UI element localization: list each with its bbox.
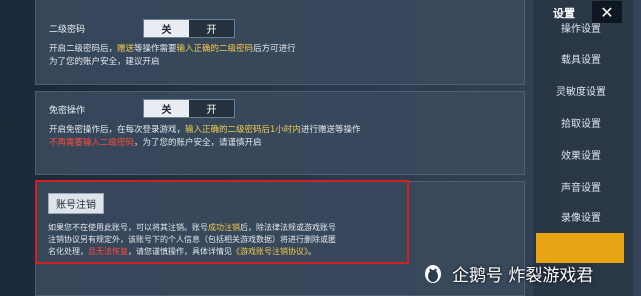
second-password-off-option[interactable]: 关 [144,20,189,37]
account-cancel-desc: 如果您不在使用此账号，可以将其注销。账号成功注销后，除法律法规或游戏账号 注销协… [48,223,336,256]
second-password-toggle[interactable]: 关 开 [143,19,235,38]
sidebar-item-sound[interactable]: 声音设置 [536,175,626,197]
account-cancel-highlight-frame: 账号注销 如果您不在使用此账号，可以将其注销。账号成功注销后，除法律法规或游戏账… [35,180,409,264]
password-free-on-option[interactable]: 开 [189,100,234,117]
second-password-title: 二级密码 [49,25,86,35]
close-icon: ✕ [600,2,614,22]
account-cancel-button[interactable]: 账号注销 [48,193,104,214]
password-free-off-option[interactable]: 关 [144,100,189,117]
password-free-card: 免密操作 关 开 开启免密操作后，在每次登录游戏，输入正确的二级密码后1小时内进… [35,91,525,175]
password-free-desc: 开启免密操作后，在每次登录游戏，输入正确的二级密码后1小时内进行赠送等操作 不再… [49,125,361,148]
second-password-desc: 开启二级密码后，赠送等操作需要输入正确的二级密码后方可进行 为了您的账户安全，建… [49,44,296,67]
penguin-logo-icon [425,265,441,283]
sidebar-item-pickup[interactable]: 拾取设置 [536,111,626,133]
second-password-card: 二级密码 关 开 开启二级密码后，赠送等操作需要输入正确的二级密码后方可进行 为… [35,0,525,85]
sidebar-item-sensitivity[interactable]: 灵敏度设置 [536,79,626,101]
sidebar-item-recording[interactable]: 录像设置 [536,205,626,227]
password-free-title: 免密操作 [49,106,86,116]
sidebar-item-controls[interactable]: 操作设置 [536,21,626,35]
sidebar-item-vehicle[interactable]: 载具设置 [536,47,626,69]
watermark-text: 企鹅号 炸裂游戏君 [452,266,594,286]
password-free-toggle[interactable]: 关 开 [143,99,235,118]
sidebar-item-active[interactable] [536,233,624,263]
sidebar-title: 设置 [553,7,575,20]
sidebar-item-effects[interactable]: 效果设置 [536,143,626,165]
second-password-on-option[interactable]: 开 [189,20,234,37]
close-button[interactable]: ✕ [592,1,622,23]
cancel-agreement-link[interactable]: 《游戏账号注销协议》 [232,247,308,256]
